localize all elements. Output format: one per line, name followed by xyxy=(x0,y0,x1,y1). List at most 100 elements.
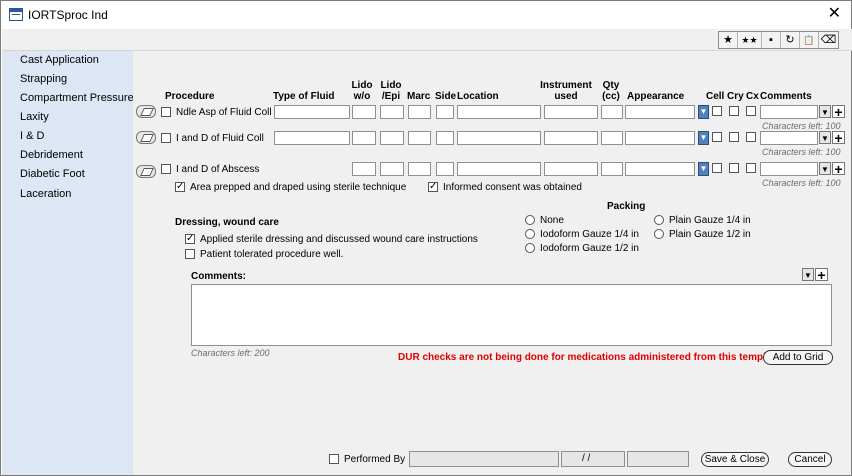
comments-chars-left: Characters left: 200 xyxy=(191,348,270,358)
lido-epi-field[interactable] xyxy=(380,131,404,145)
comments-box-dropdown-icon[interactable]: ▼ xyxy=(802,268,814,281)
header-qty: Qty (cc) xyxy=(602,80,620,102)
comments-dropdown-icon[interactable]: ▼ xyxy=(819,162,831,175)
cx-checkbox[interactable] xyxy=(746,163,756,173)
marc-field[interactable] xyxy=(408,131,431,145)
comments-textarea[interactable] xyxy=(191,284,832,346)
instrument-field[interactable] xyxy=(544,162,598,176)
toolbar: ★ ★★ ▪ ↻ 📋 ⌫ xyxy=(718,31,839,49)
header-lido-epi: Lido /Epi xyxy=(380,80,402,102)
row-clear-icon[interactable] xyxy=(136,165,156,178)
packing-iodoform-half-radio[interactable] xyxy=(525,243,535,253)
location-field[interactable] xyxy=(457,162,541,176)
sidebar-item-laxity[interactable]: Laxity xyxy=(20,111,49,123)
favorites-list-icon[interactable]: ★★ xyxy=(738,32,762,48)
appearance-dropdown-icon[interactable]: ▼ xyxy=(698,162,709,176)
cancel-button[interactable]: Cancel xyxy=(788,452,832,467)
comments-add-icon[interactable]: + xyxy=(832,131,845,145)
comments-field[interactable] xyxy=(760,131,818,145)
title-bar: IORTSproc Ind ✕ xyxy=(1,1,851,29)
side-field[interactable] xyxy=(436,162,454,176)
performed-time-field[interactable] xyxy=(627,451,689,467)
cry-checkbox[interactable] xyxy=(729,106,739,116)
refresh-icon[interactable]: ↻ xyxy=(781,32,800,48)
header-lido-wo: Lido w/o xyxy=(351,80,373,102)
row-select-checkbox[interactable] xyxy=(161,164,171,174)
side-field[interactable] xyxy=(436,105,454,119)
appearance-dropdown-icon[interactable]: ▼ xyxy=(698,131,709,145)
appearance-dropdown-icon[interactable]: ▼ xyxy=(698,105,709,119)
prepped-checkbox[interactable]: ✓ xyxy=(175,182,185,192)
marc-field[interactable] xyxy=(408,105,431,119)
comments-dropdown-icon[interactable]: ▼ xyxy=(819,131,831,144)
comments-add-icon[interactable]: + xyxy=(832,162,845,176)
instrument-field[interactable] xyxy=(544,131,598,145)
comments-box-add-icon[interactable]: + xyxy=(815,268,828,282)
packing-plain-quarter-radio[interactable] xyxy=(654,215,664,225)
cell-checkbox[interactable] xyxy=(712,106,722,116)
appearance-field[interactable] xyxy=(625,105,695,119)
type-of-fluid-field[interactable] xyxy=(274,105,350,119)
lido-wo-field[interactable] xyxy=(352,105,376,119)
procedure-window: IORTSproc Ind ✕ ★ ★★ ▪ ↻ 📋 ⌫ Cast Applic… xyxy=(0,0,852,476)
header-location: Location xyxy=(457,91,499,102)
sterile-dressing-checkbox[interactable]: ✓ xyxy=(185,234,195,244)
lido-wo-field[interactable] xyxy=(352,162,376,176)
type-of-fluid-field[interactable] xyxy=(274,131,350,145)
appearance-field[interactable] xyxy=(625,162,695,176)
performed-by-field[interactable] xyxy=(409,451,559,467)
comments-field[interactable] xyxy=(760,105,818,119)
window-title: IORTSproc Ind xyxy=(28,8,108,22)
comments-field[interactable] xyxy=(760,162,818,176)
lido-wo-field[interactable] xyxy=(352,131,376,145)
tolerated-checkbox[interactable] xyxy=(185,249,195,259)
side-field[interactable] xyxy=(436,131,454,145)
clipboard-check-icon[interactable]: 📋 xyxy=(800,32,819,48)
qty-field[interactable] xyxy=(601,131,623,145)
sidebar-item-debridement[interactable]: Debridement xyxy=(20,149,83,161)
packing-plain-half-radio[interactable] xyxy=(654,229,664,239)
save-close-button[interactable]: Save & Close xyxy=(701,452,769,467)
qty-field[interactable] xyxy=(601,162,623,176)
instrument-field[interactable] xyxy=(544,105,598,119)
comments-dropdown-icon[interactable]: ▼ xyxy=(819,105,831,118)
marc-field[interactable] xyxy=(408,162,431,176)
row-select-checkbox[interactable] xyxy=(161,107,171,117)
sidebar-item-i-and-d[interactable]: I & D xyxy=(20,130,44,142)
app-window-icon xyxy=(9,8,23,21)
qty-field[interactable] xyxy=(601,105,623,119)
header-type-of-fluid: Type of Fluid xyxy=(273,91,335,102)
cx-checkbox[interactable] xyxy=(746,106,756,116)
performed-date-field[interactable]: / / xyxy=(561,451,625,467)
row-select-checkbox[interactable] xyxy=(161,133,171,143)
sidebar-item-laceration[interactable]: Laceration xyxy=(20,188,71,200)
lido-epi-field[interactable] xyxy=(380,105,404,119)
header-cry: Cry xyxy=(727,91,744,102)
sidebar-item-compartment-pressures[interactable]: Compartment Pressures xyxy=(20,92,139,104)
sidebar-item-diabetic-foot[interactable]: Diabetic Foot xyxy=(20,168,85,180)
performed-by-checkbox[interactable] xyxy=(329,454,339,464)
consent-checkbox[interactable]: ✓ xyxy=(428,182,438,192)
close-icon[interactable]: ✕ xyxy=(828,5,841,23)
appearance-field[interactable] xyxy=(625,131,695,145)
row-clear-icon[interactable] xyxy=(136,105,156,118)
cell-checkbox[interactable] xyxy=(712,163,722,173)
save-disk-icon[interactable]: ▪ xyxy=(762,32,781,48)
lido-epi-field[interactable] xyxy=(380,162,404,176)
packing-none-radio[interactable] xyxy=(525,215,535,225)
cry-checkbox[interactable] xyxy=(729,163,739,173)
cell-checkbox[interactable] xyxy=(712,132,722,142)
sidebar-item-strapping[interactable]: Strapping xyxy=(20,73,67,85)
comments-add-icon[interactable]: + xyxy=(832,105,845,119)
cry-checkbox[interactable] xyxy=(729,132,739,142)
row-clear-icon[interactable] xyxy=(136,131,156,144)
favorite-star-icon[interactable]: ★ xyxy=(719,32,738,48)
eraser-icon[interactable]: ⌫ xyxy=(819,32,838,48)
add-to-grid-button[interactable]: Add to Grid xyxy=(763,350,833,365)
location-field[interactable] xyxy=(457,131,541,145)
cx-checkbox[interactable] xyxy=(746,132,756,142)
packing-iodoform-quarter-radio[interactable] xyxy=(525,229,535,239)
header-procedure: Procedure xyxy=(165,91,215,102)
location-field[interactable] xyxy=(457,105,541,119)
sidebar-item-cast-application[interactable]: Cast Application xyxy=(20,54,99,66)
